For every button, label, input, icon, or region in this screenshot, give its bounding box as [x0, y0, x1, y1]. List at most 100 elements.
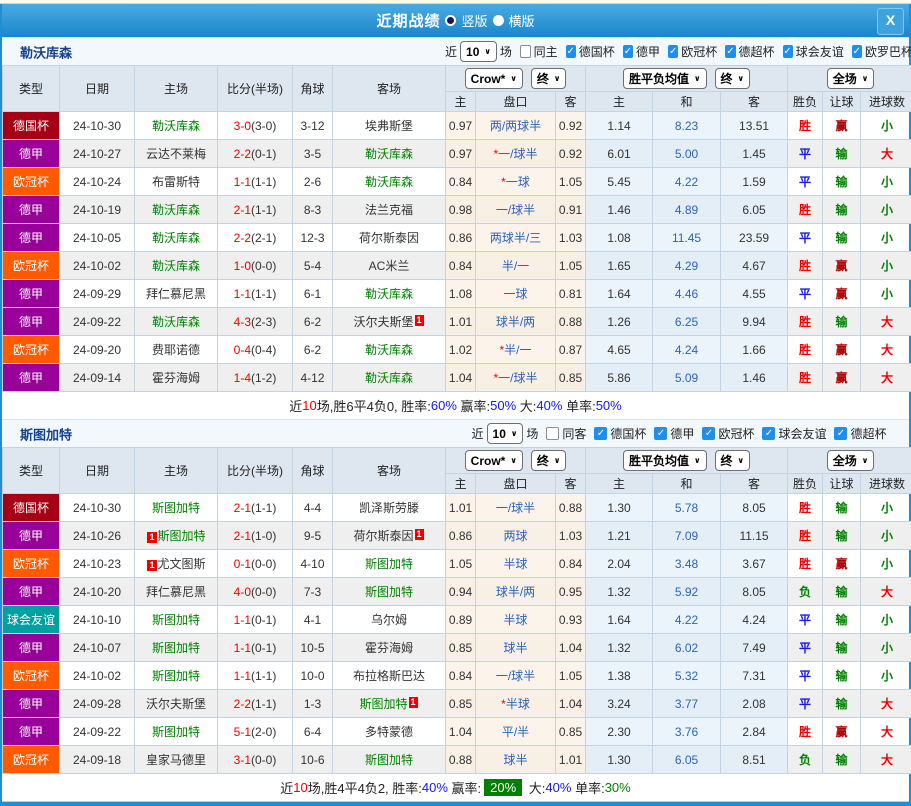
lose-avg-cell: 2.08	[721, 690, 788, 718]
horizontal-layout-radio[interactable]	[493, 15, 504, 26]
avg-odds-select[interactable]: 胜平负均值∨	[623, 450, 707, 471]
recent-count-select[interactable]: 10∨	[487, 423, 524, 444]
column-header: 客场	[333, 66, 446, 112]
score-cell: 2-1(1-1)	[218, 494, 293, 522]
goals-result-cell: 大	[861, 140, 911, 168]
same-venue-checkbox[interactable]	[520, 45, 531, 58]
away-team-cell: 霍芬海姆	[333, 634, 446, 662]
away-team-cell: 埃弗斯堡	[333, 112, 446, 140]
summary-part: 单率:	[562, 396, 595, 415]
sub-column-header: 进球数	[861, 92, 911, 112]
fulltime-score: 3-1	[234, 753, 251, 767]
handicap-result-cell: 赢	[823, 336, 861, 364]
corner-cell: 4-1	[293, 606, 333, 634]
sub-column-header: 胜负	[788, 92, 823, 112]
match-row: 德甲24-09-14霍芬海姆1-4(1-2)4-12勒沃库森1.04*一/球半0…	[3, 364, 911, 392]
date-cell: 24-10-02	[60, 252, 135, 280]
scope-select[interactable]: 全场∨	[827, 68, 875, 89]
sub-column-header: 和	[653, 474, 721, 494]
handicap-cell: 两球	[476, 522, 556, 550]
recent-count-select[interactable]: 10∨	[460, 41, 497, 62]
provider-final-select[interactable]: 终∨	[531, 68, 567, 89]
home-team-cell: 勒沃库森	[135, 224, 218, 252]
away-team-cell: 勒沃库森	[333, 280, 446, 308]
league-checkbox[interactable]: ✓	[834, 427, 847, 440]
halftime-score: (2-3)	[251, 315, 276, 329]
vertical-layout-radio[interactable]	[445, 15, 456, 26]
league-checkbox[interactable]: ✓	[668, 45, 678, 58]
away-odds-cell: 1.05	[556, 168, 586, 196]
home-team-cell: 勒沃库森	[135, 308, 218, 336]
team-name: 沃尔夫斯堡	[146, 697, 206, 711]
odds-provider-select[interactable]: Crow*∨	[465, 450, 523, 471]
draw-avg-value: 7.09	[675, 529, 698, 543]
avg-odds-select[interactable]: 胜平负均值∨	[623, 68, 707, 89]
score-cell: 2-1(1-0)	[218, 522, 293, 550]
league-checkbox[interactable]: ✓	[762, 427, 775, 440]
handicap-result-cell: 输	[823, 578, 861, 606]
draw-avg-cell: 4.89	[653, 196, 721, 224]
provider-final-select[interactable]: 终∨	[531, 450, 567, 471]
match-row: 德甲24-10-07斯图加特1-1(0-1)10-5霍芬海姆0.85球半1.04…	[3, 634, 911, 662]
league-checkbox[interactable]: ✓	[852, 45, 862, 58]
corner-cell: 4-4	[293, 494, 333, 522]
vertical-layout-label[interactable]: 竖版	[461, 11, 487, 30]
horizontal-layout-label[interactable]: 横版	[509, 11, 535, 30]
handicap-line: 半球	[506, 697, 530, 711]
lose-avg-cell: 3.67	[721, 550, 788, 578]
scope-select[interactable]: 全场∨	[827, 450, 875, 471]
odds-provider-select[interactable]: Crow*∨	[465, 68, 523, 89]
draw-avg-cell: 4.29	[653, 252, 721, 280]
home-odds-cell: 1.02	[446, 336, 476, 364]
league-checkbox[interactable]: ✓	[566, 45, 576, 58]
fulltime-score: 2-1	[234, 203, 251, 217]
same-venue-checkbox[interactable]	[546, 427, 559, 440]
fulltime-score: 2-2	[234, 231, 251, 245]
draw-avg-value: 6.25	[675, 315, 698, 329]
avg-final-select[interactable]: 终∨	[715, 68, 751, 89]
goals-result-cell: 小	[861, 550, 911, 578]
league-type-cell: 欧冠杯	[3, 252, 60, 280]
league-checkbox[interactable]: ✓	[725, 45, 735, 58]
recent-count-select-value: 10	[493, 427, 506, 441]
match-row: 欧冠杯24-10-24布雷斯特1-1(1-1)2-6勒沃库森0.84*一球1.0…	[3, 168, 911, 196]
match-row: 德甲24-10-261斯图加特2-1(1-0)9-5荷尔斯泰因10.86两球1.…	[3, 522, 911, 550]
handicap-result-cell: 赢	[823, 112, 861, 140]
section-header: 勒沃库森近10∨场同主✓德国杯✓德甲✓欧冠杯✓德超杯✓球会友谊✓欧罗巴杯	[2, 37, 909, 65]
summary-part: 60%	[431, 398, 457, 413]
home-team-cell: 沃尔夫斯堡	[135, 690, 218, 718]
halftime-score: (0-0)	[251, 259, 276, 273]
close-icon[interactable]: X	[877, 8, 904, 35]
chevron-down-icon: ∨	[554, 74, 561, 83]
away-odds-cell: 1.05	[556, 252, 586, 280]
away-odds-cell: 0.87	[556, 336, 586, 364]
league-checkbox[interactable]: ✓	[654, 427, 667, 440]
goals-result-cell: 大	[861, 336, 911, 364]
home-odds-cell: 0.85	[446, 690, 476, 718]
score-cell: 1-0(0-0)	[218, 252, 293, 280]
draw-avg-cell: 6.25	[653, 308, 721, 336]
handicap-result-cell: 赢	[823, 280, 861, 308]
league-checkbox[interactable]: ✓	[594, 427, 607, 440]
match-row: 德甲24-09-22斯图加特5-1(2-0)6-4多特蒙德1.04平/半0.85…	[3, 718, 911, 746]
halftime-score: (1-1)	[251, 287, 276, 301]
home-odds-cell: 0.97	[446, 112, 476, 140]
sub-column-header: 主	[446, 92, 476, 112]
league-checkbox[interactable]: ✓	[783, 45, 793, 58]
result-cell: 胜	[788, 252, 823, 280]
league-checkbox[interactable]: ✓	[702, 427, 715, 440]
goals-result-cell: 大	[861, 746, 911, 774]
avg-final-select[interactable]: 终∨	[715, 450, 751, 471]
sub-column-header: 客	[556, 474, 586, 494]
goals-result-cell: 小	[861, 662, 911, 690]
league-checkbox[interactable]: ✓	[623, 45, 633, 58]
draw-avg-cell: 5.92	[653, 578, 721, 606]
win-avg-cell: 6.01	[586, 140, 653, 168]
date-cell: 24-09-28	[60, 690, 135, 718]
handicap-result-cell: 输	[823, 168, 861, 196]
team-name: 霍芬海姆	[152, 371, 200, 385]
draw-avg-value: 4.22	[675, 175, 698, 189]
league-type-cell: 德甲	[3, 364, 60, 392]
handicap-cell: *半/一	[476, 336, 556, 364]
handicap-result-cell: 赢	[823, 718, 861, 746]
